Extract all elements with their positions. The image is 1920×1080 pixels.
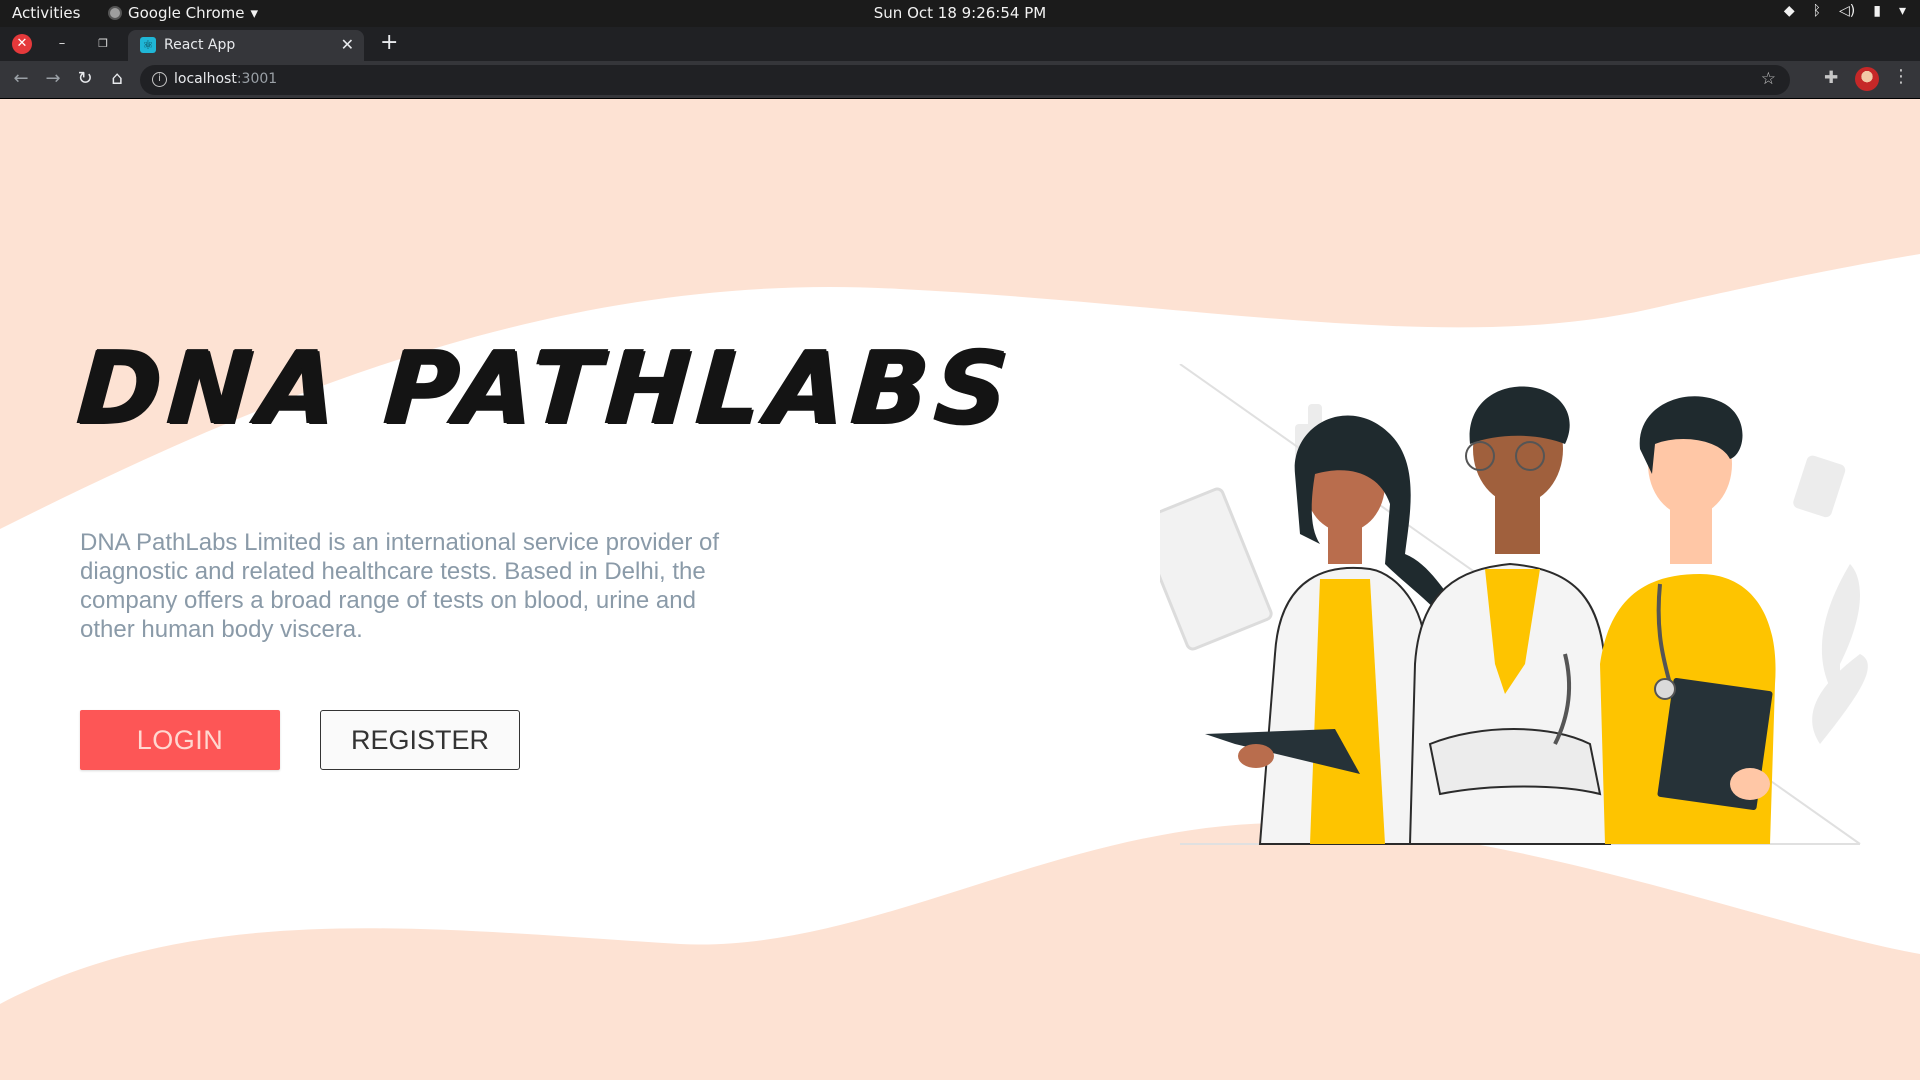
bluetooth-icon: ᛒ — [1812, 3, 1822, 19]
brand-title: DNA PATHLABS — [73, 329, 1019, 446]
extensions-puzzle-icon[interactable]: ✚ — [1824, 68, 1838, 88]
react-icon: ⚛ — [140, 37, 156, 53]
activities-button[interactable]: Activities — [12, 4, 80, 22]
address-bar[interactable]: i localhost:3001 ☆ — [140, 65, 1790, 95]
forward-arrow-icon[interactable]: → — [41, 68, 65, 89]
volume-icon: ◁) — [1839, 3, 1856, 19]
back-arrow-icon[interactable]: ← — [9, 68, 33, 89]
url-host: localhost — [174, 71, 237, 87]
app-menu-label: Google Chrome — [128, 4, 245, 22]
chrome-menu-icon[interactable]: ⋮ — [1892, 66, 1910, 87]
tab-title: React App — [164, 37, 236, 53]
tab-strip: ✕ – ❐ ⚛ React App ✕ + — [0, 27, 1920, 61]
window-minimize-button[interactable]: – — [52, 34, 72, 54]
new-tab-button[interactable]: + — [380, 32, 398, 54]
home-icon[interactable]: ⌂ — [105, 68, 129, 89]
site-info-icon[interactable]: i — [152, 72, 167, 87]
system-tray[interactable]: ◆ ᛒ ◁) ▮ ▾ — [1784, 3, 1906, 19]
profile-avatar[interactable] — [1855, 67, 1879, 91]
register-button[interactable]: REGISTER — [320, 710, 520, 770]
system-top-bar: Activities Google Chrome ▾ Sun Oct 18 9:… — [0, 0, 1920, 27]
tray-chevron-down-icon: ▾ — [1898, 3, 1906, 19]
bookmark-star-icon[interactable]: ☆ — [1761, 69, 1776, 89]
chrome-icon — [108, 6, 122, 20]
chevron-down-icon: ▾ — [250, 4, 259, 22]
landing-page: DNA PATHLABS DNA PathLabs Limited is an … — [0, 99, 1920, 1080]
system-clock[interactable]: Sun Oct 18 9:26:54 PM — [874, 4, 1046, 22]
window-restore-button[interactable]: ❐ — [93, 34, 113, 54]
reload-icon[interactable]: ↻ — [73, 68, 97, 89]
three-doctors-illustration — [1160, 364, 1868, 845]
battery-icon: ▮ — [1873, 3, 1881, 19]
wifi-icon: ◆ — [1783, 3, 1795, 19]
app-menu[interactable]: Google Chrome ▾ — [108, 4, 258, 22]
url-port: :3001 — [236, 71, 278, 87]
login-button[interactable]: LOGIN — [80, 710, 280, 770]
tab-close-icon[interactable]: ✕ — [341, 35, 354, 54]
url-text: localhost:3001 — [174, 71, 277, 87]
browser-toolbar: ← → ↻ ⌂ i localhost:3001 ☆ ✚ ⋮ — [0, 61, 1920, 99]
tab-react-app[interactable]: ⚛ React App ✕ — [128, 30, 364, 61]
window-close-button[interactable]: ✕ — [12, 34, 32, 54]
company-description: DNA PathLabs Limited is an international… — [80, 529, 719, 643]
